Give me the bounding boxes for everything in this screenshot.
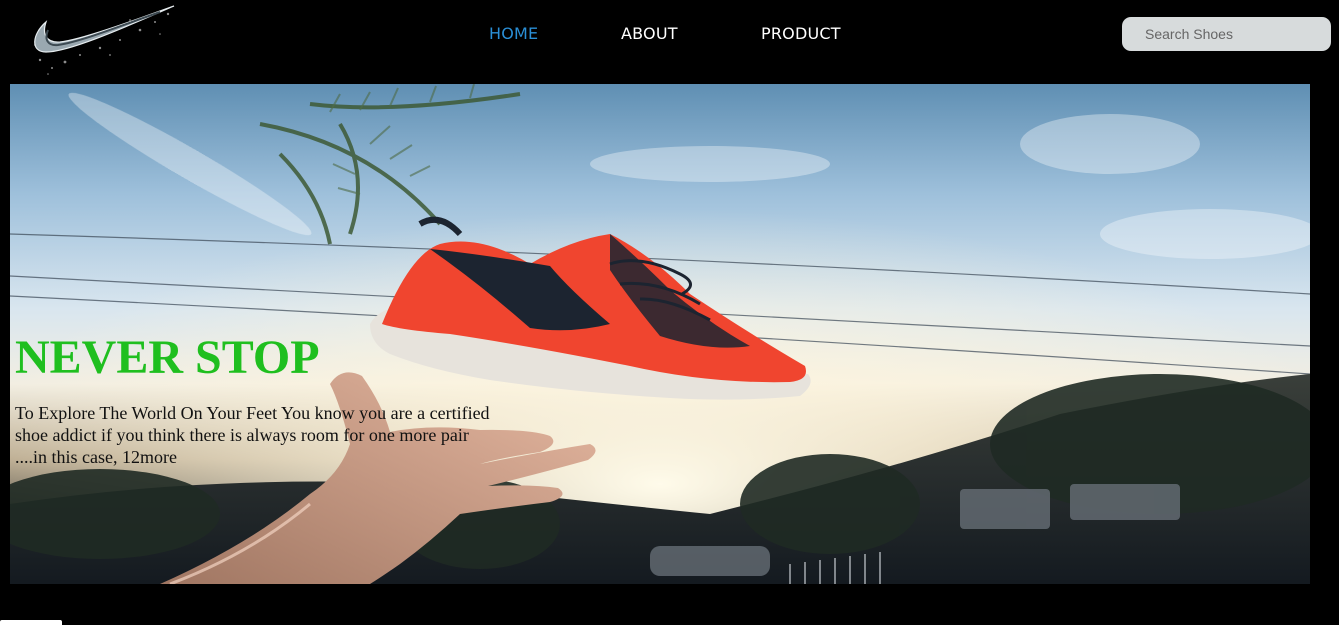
hero-banner: NEVER STOP To Explore The World On Your …: [10, 84, 1310, 584]
hero-description: To Explore The World On Your Feet You kn…: [15, 403, 490, 467]
scroll-tab: [0, 620, 62, 625]
nav-about-link[interactable]: ABOUT: [621, 22, 678, 46]
nav-home-link[interactable]: HOME: [489, 22, 538, 46]
search-input[interactable]: [1122, 17, 1331, 51]
nav-product-link[interactable]: PRODUCT: [761, 22, 841, 46]
hero-title: NEVER STOP: [15, 331, 320, 384]
